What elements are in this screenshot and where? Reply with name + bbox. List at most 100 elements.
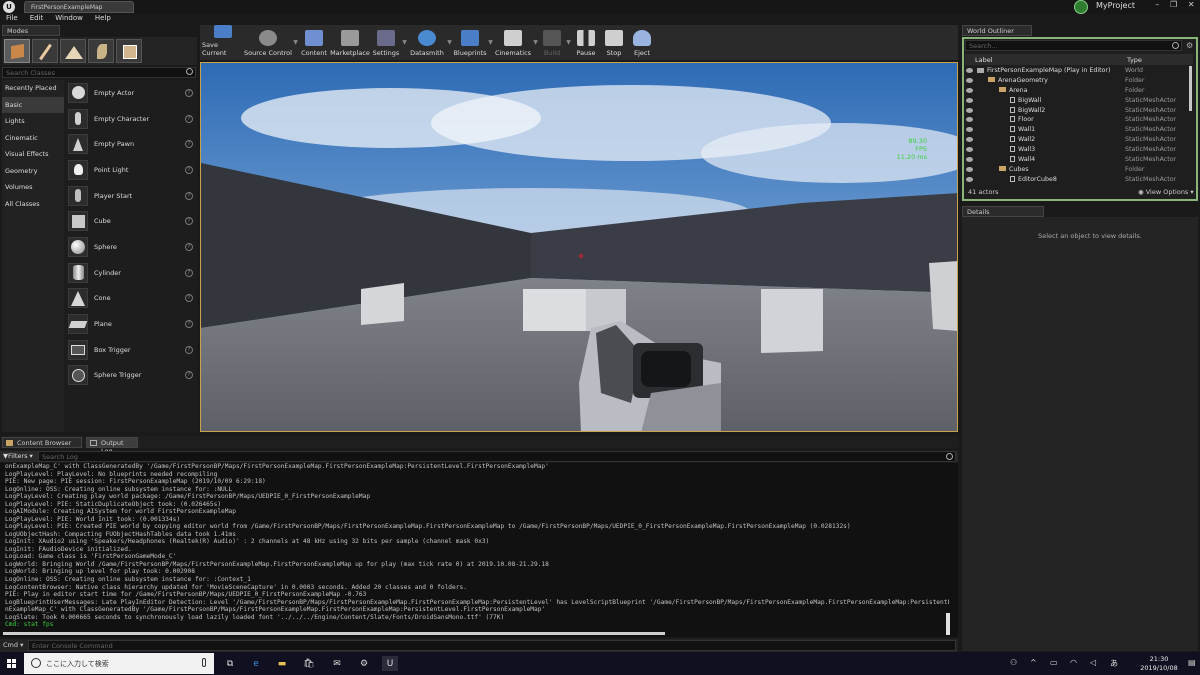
list-item[interactable]: Point Light? bbox=[64, 157, 197, 183]
help-icon[interactable]: ? bbox=[185, 114, 193, 123]
search-log-input[interactable]: Search Log bbox=[38, 451, 956, 462]
list-item[interactable]: Player Start? bbox=[64, 183, 197, 209]
build-button[interactable]: Build bbox=[539, 25, 565, 60]
help-icon[interactable]: ? bbox=[185, 242, 193, 251]
task-view-icon[interactable]: ⧉ bbox=[222, 656, 238, 671]
pause-button[interactable]: Pause bbox=[572, 25, 600, 60]
eject-button[interactable]: Eject bbox=[628, 25, 656, 60]
list-item[interactable]: Cube? bbox=[64, 208, 197, 234]
visibility-eye-icon[interactable] bbox=[966, 127, 973, 133]
microphone-icon[interactable] bbox=[202, 658, 206, 667]
outliner-row[interactable]: BigWall StaticMeshActor bbox=[965, 96, 1187, 106]
outliner-row[interactable]: ArenaGeometry Folder bbox=[965, 76, 1187, 86]
help-icon[interactable]: ? bbox=[185, 217, 193, 226]
help-icon[interactable]: ? bbox=[185, 294, 193, 303]
category-all-classes[interactable]: All Classes bbox=[2, 196, 64, 213]
outliner-row[interactable]: Arena Folder bbox=[965, 86, 1187, 96]
maximize-icon[interactable]: ❐ bbox=[1170, 0, 1177, 14]
outliner-row[interactable]: EditorCube8 StaticMeshActor bbox=[965, 175, 1187, 185]
menu-edit[interactable]: Edit bbox=[30, 14, 44, 25]
filters-button[interactable]: ▼Filters ▾ bbox=[3, 451, 33, 461]
menu-help[interactable]: Help bbox=[95, 14, 111, 25]
chevron-down-icon[interactable]: ▼ bbox=[487, 25, 494, 60]
list-item[interactable]: Empty Character? bbox=[64, 106, 197, 132]
help-icon[interactable]: ? bbox=[185, 268, 193, 277]
list-item[interactable]: Sphere Trigger? bbox=[64, 363, 197, 389]
level-tab[interactable]: FirstPersonExampleMap bbox=[24, 1, 134, 13]
chevron-down-icon[interactable]: ▼ bbox=[401, 25, 408, 60]
help-icon[interactable]: ? bbox=[185, 191, 193, 200]
unreal-engine-taskbar-icon[interactable]: U bbox=[382, 656, 398, 671]
datasmith-button[interactable]: Datasmith bbox=[408, 25, 446, 60]
chevron-down-icon[interactable]: ▼ bbox=[292, 25, 299, 60]
log-vertical-scrollbar[interactable] bbox=[946, 613, 950, 635]
modes-tab[interactable]: Modes bbox=[2, 25, 60, 36]
geometry-mode-icon[interactable] bbox=[116, 39, 142, 63]
column-label-header[interactable]: Label bbox=[975, 56, 993, 64]
settings-app-icon[interactable]: ⚙ bbox=[356, 656, 372, 671]
visibility-eye-icon[interactable] bbox=[966, 97, 973, 103]
cmd-dropdown[interactable]: Cmd ▾ bbox=[3, 641, 23, 649]
details-tab[interactable]: Details bbox=[962, 206, 1044, 217]
visibility-eye-icon[interactable] bbox=[966, 137, 973, 143]
visibility-eye-icon[interactable] bbox=[966, 68, 973, 73]
category-volumes[interactable]: Volumes bbox=[2, 179, 64, 196]
list-item[interactable]: Cone? bbox=[64, 286, 197, 312]
outliner-row[interactable]: Wall4 StaticMeshActor bbox=[965, 155, 1187, 165]
place-mode-icon[interactable] bbox=[4, 39, 30, 63]
chevron-down-icon[interactable]: ▼ bbox=[446, 25, 453, 60]
category-cinematic[interactable]: Cinematic bbox=[2, 130, 64, 147]
list-item[interactable]: Empty Actor? bbox=[64, 80, 197, 106]
file-explorer-icon[interactable]: ▬ bbox=[274, 656, 290, 671]
list-item[interactable]: Plane? bbox=[64, 311, 197, 337]
start-button[interactable] bbox=[0, 652, 22, 675]
help-icon[interactable]: ? bbox=[185, 320, 193, 329]
outliner-row[interactable]: FirstPersonExampleMap (Play in Editor) Wo… bbox=[965, 66, 1187, 76]
paint-mode-icon[interactable] bbox=[32, 39, 58, 63]
column-type-header[interactable]: Type bbox=[1127, 56, 1142, 64]
level-viewport[interactable] bbox=[200, 62, 958, 432]
help-icon[interactable]: ? bbox=[185, 88, 193, 97]
log-horizontal-scrollbar[interactable] bbox=[3, 632, 665, 635]
visibility-eye-icon[interactable] bbox=[966, 147, 973, 153]
visibility-eye-icon[interactable] bbox=[966, 166, 973, 172]
mail-icon[interactable]: ✉ bbox=[329, 656, 345, 671]
store-icon[interactable]: 🛍 bbox=[301, 656, 317, 671]
save-current-button[interactable]: Save Current bbox=[202, 25, 244, 60]
people-icon[interactable]: ⚇ bbox=[1010, 658, 1017, 667]
chevron-down-icon[interactable]: ▼ bbox=[532, 25, 539, 60]
chevron-up-icon[interactable]: ^ bbox=[1030, 658, 1037, 667]
list-item[interactable]: Sphere? bbox=[64, 234, 197, 260]
marketplace-button[interactable]: Marketplace bbox=[329, 25, 371, 60]
visibility-eye-icon[interactable] bbox=[966, 87, 973, 93]
outliner-row[interactable]: Wall2 StaticMeshActor bbox=[965, 135, 1187, 145]
close-icon[interactable]: ✕ bbox=[1188, 0, 1195, 14]
help-icon[interactable]: ? bbox=[185, 165, 193, 174]
category-visual-effects[interactable]: Visual Effects bbox=[2, 146, 64, 163]
landscape-mode-icon[interactable] bbox=[60, 39, 86, 63]
help-icon[interactable]: ? bbox=[185, 140, 193, 149]
outliner-row[interactable]: Wall1 StaticMeshActor bbox=[965, 125, 1187, 135]
settings-button[interactable]: Settings bbox=[371, 25, 401, 60]
outliner-scrollbar[interactable] bbox=[1189, 66, 1192, 111]
taskbar-search-box[interactable]: ここに入力して検索 bbox=[24, 653, 214, 674]
help-icon[interactable]: ? bbox=[185, 371, 193, 380]
cinematics-button[interactable]: Cinematics bbox=[494, 25, 532, 60]
outliner-search-input[interactable]: Search... bbox=[965, 40, 1182, 51]
volume-icon[interactable]: ◁ bbox=[1090, 658, 1096, 667]
outliner-row[interactable]: Floor StaticMeshActor bbox=[965, 115, 1187, 125]
stop-button[interactable]: Stop bbox=[600, 25, 628, 60]
minimize-icon[interactable]: – bbox=[1155, 0, 1159, 14]
visibility-eye-icon[interactable] bbox=[966, 176, 973, 182]
outliner-row[interactable]: Cubes Folder bbox=[965, 165, 1187, 175]
outliner-row[interactable]: Wall3 StaticMeshActor bbox=[965, 145, 1187, 155]
visibility-eye-icon[interactable] bbox=[966, 77, 973, 83]
category-geometry[interactable]: Geometry bbox=[2, 163, 64, 180]
search-classes-input[interactable]: Search Classes bbox=[2, 67, 196, 78]
source-control-button[interactable]: Source Control bbox=[244, 25, 292, 60]
ime-icon[interactable]: あ bbox=[1110, 658, 1118, 669]
outliner-row[interactable]: BigWall2 StaticMeshActor bbox=[965, 106, 1187, 116]
category-recently-placed[interactable]: Recently Placed bbox=[2, 80, 64, 97]
visibility-eye-icon[interactable] bbox=[966, 157, 973, 163]
chevron-down-icon[interactable]: ▼ bbox=[565, 25, 572, 60]
